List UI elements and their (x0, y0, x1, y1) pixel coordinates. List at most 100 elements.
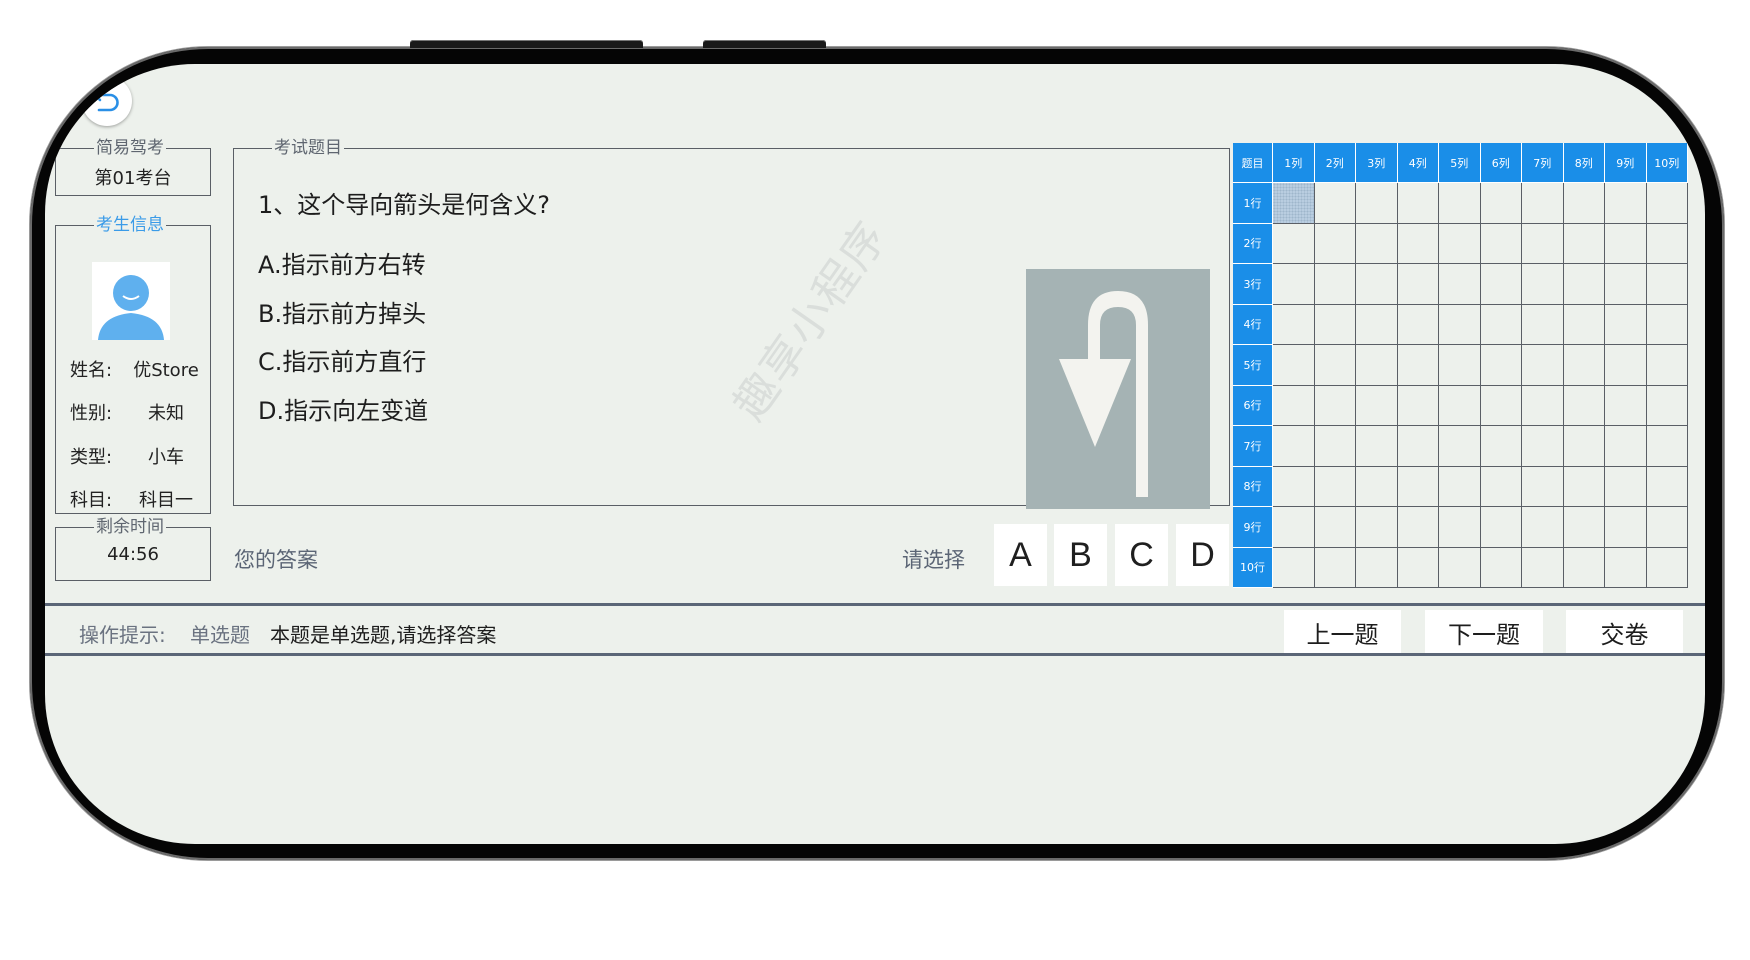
grid-question-cell[interactable] (1605, 385, 1647, 426)
grid-question-cell[interactable] (1439, 345, 1481, 386)
grid-question-cell[interactable] (1356, 507, 1398, 548)
grid-question-cell[interactable] (1646, 385, 1688, 426)
grid-question-cell[interactable] (1314, 547, 1356, 588)
grid-question-cell[interactable] (1480, 304, 1522, 345)
grid-question-cell[interactable] (1522, 466, 1564, 507)
grid-question-cell[interactable] (1356, 223, 1398, 264)
grid-question-cell[interactable] (1563, 466, 1605, 507)
grid-question-cell[interactable] (1605, 264, 1647, 305)
grid-question-cell[interactable] (1522, 223, 1564, 264)
grid-question-cell[interactable] (1273, 345, 1315, 386)
grid-question-cell[interactable] (1397, 304, 1439, 345)
grid-question-cell[interactable] (1605, 466, 1647, 507)
grid-question-cell[interactable] (1646, 547, 1688, 588)
grid-question-cell[interactable] (1605, 304, 1647, 345)
grid-question-cell[interactable] (1314, 385, 1356, 426)
choice-c-button[interactable]: C (1115, 524, 1168, 586)
grid-question-cell[interactable] (1273, 304, 1315, 345)
grid-question-cell[interactable] (1522, 547, 1564, 588)
grid-question-cell[interactable] (1646, 183, 1688, 224)
grid-question-cell[interactable] (1314, 264, 1356, 305)
grid-question-cell[interactable] (1480, 466, 1522, 507)
grid-question-cell[interactable] (1356, 183, 1398, 224)
grid-question-cell[interactable] (1522, 385, 1564, 426)
grid-question-cell[interactable] (1646, 466, 1688, 507)
grid-question-cell[interactable] (1563, 385, 1605, 426)
grid-question-cell[interactable] (1646, 345, 1688, 386)
grid-question-cell[interactable] (1397, 183, 1439, 224)
grid-question-cell[interactable] (1397, 426, 1439, 467)
grid-question-cell[interactable] (1480, 345, 1522, 386)
grid-question-cell[interactable] (1273, 426, 1315, 467)
grid-question-cell[interactable] (1314, 426, 1356, 467)
grid-question-cell[interactable] (1314, 345, 1356, 386)
back-button[interactable] (82, 76, 132, 126)
grid-question-cell[interactable] (1605, 547, 1647, 588)
grid-question-cell[interactable] (1605, 345, 1647, 386)
grid-question-cell[interactable] (1439, 223, 1481, 264)
choice-a-button[interactable]: A (994, 524, 1047, 586)
grid-question-cell[interactable] (1605, 507, 1647, 548)
grid-question-cell[interactable] (1522, 426, 1564, 467)
grid-question-cell[interactable] (1273, 223, 1315, 264)
grid-question-cell[interactable] (1314, 183, 1356, 224)
grid-question-cell[interactable] (1314, 466, 1356, 507)
grid-question-cell[interactable] (1439, 183, 1481, 224)
prev-question-button[interactable]: 上一题 (1284, 610, 1401, 655)
grid-question-cell[interactable] (1273, 507, 1315, 548)
grid-question-cell[interactable] (1397, 507, 1439, 548)
grid-question-cell[interactable] (1356, 385, 1398, 426)
grid-question-cell[interactable] (1480, 426, 1522, 467)
grid-question-cell[interactable] (1480, 264, 1522, 305)
grid-question-cell[interactable] (1314, 223, 1356, 264)
grid-question-cell[interactable] (1356, 264, 1398, 305)
grid-question-cell[interactable] (1314, 507, 1356, 548)
grid-question-cell[interactable] (1397, 264, 1439, 305)
grid-question-cell[interactable] (1273, 466, 1315, 507)
choice-b-button[interactable]: B (1054, 524, 1107, 586)
grid-question-cell[interactable] (1522, 345, 1564, 386)
grid-question-cell[interactable] (1480, 385, 1522, 426)
grid-question-cell[interactable] (1522, 183, 1564, 224)
grid-question-cell[interactable] (1563, 223, 1605, 264)
grid-question-cell[interactable] (1563, 547, 1605, 588)
grid-question-cell[interactable] (1273, 547, 1315, 588)
choice-d-button[interactable]: D (1176, 524, 1229, 586)
grid-question-cell[interactable] (1356, 426, 1398, 467)
grid-question-cell[interactable] (1397, 466, 1439, 507)
grid-question-cell[interactable] (1605, 223, 1647, 264)
grid-question-cell[interactable] (1646, 507, 1688, 548)
grid-question-cell[interactable] (1522, 304, 1564, 345)
grid-question-cell[interactable] (1646, 264, 1688, 305)
grid-question-cell[interactable] (1646, 304, 1688, 345)
grid-question-cell[interactable] (1563, 264, 1605, 305)
grid-question-cell[interactable] (1439, 385, 1481, 426)
grid-question-cell[interactable] (1439, 264, 1481, 305)
grid-question-cell[interactable] (1273, 385, 1315, 426)
grid-question-cell[interactable] (1356, 345, 1398, 386)
grid-question-cell[interactable] (1563, 345, 1605, 386)
grid-question-cell[interactable] (1563, 183, 1605, 224)
grid-question-cell[interactable] (1356, 304, 1398, 345)
grid-question-cell[interactable] (1439, 426, 1481, 467)
grid-question-cell[interactable] (1439, 507, 1481, 548)
grid-question-cell[interactable] (1439, 547, 1481, 588)
grid-question-cell[interactable] (1563, 507, 1605, 548)
grid-question-cell[interactable] (1273, 183, 1315, 224)
grid-question-cell[interactable] (1397, 223, 1439, 264)
grid-question-cell[interactable] (1273, 264, 1315, 305)
grid-question-cell[interactable] (1563, 426, 1605, 467)
grid-question-cell[interactable] (1314, 304, 1356, 345)
submit-exam-button[interactable]: 交卷 (1566, 610, 1683, 655)
grid-question-cell[interactable] (1480, 223, 1522, 264)
grid-question-cell[interactable] (1646, 223, 1688, 264)
grid-question-cell[interactable] (1439, 304, 1481, 345)
grid-question-cell[interactable] (1646, 426, 1688, 467)
grid-question-cell[interactable] (1480, 507, 1522, 548)
grid-question-cell[interactable] (1356, 466, 1398, 507)
grid-question-cell[interactable] (1356, 547, 1398, 588)
grid-question-cell[interactable] (1480, 547, 1522, 588)
grid-question-cell[interactable] (1439, 466, 1481, 507)
grid-question-cell[interactable] (1522, 264, 1564, 305)
grid-question-cell[interactable] (1397, 385, 1439, 426)
